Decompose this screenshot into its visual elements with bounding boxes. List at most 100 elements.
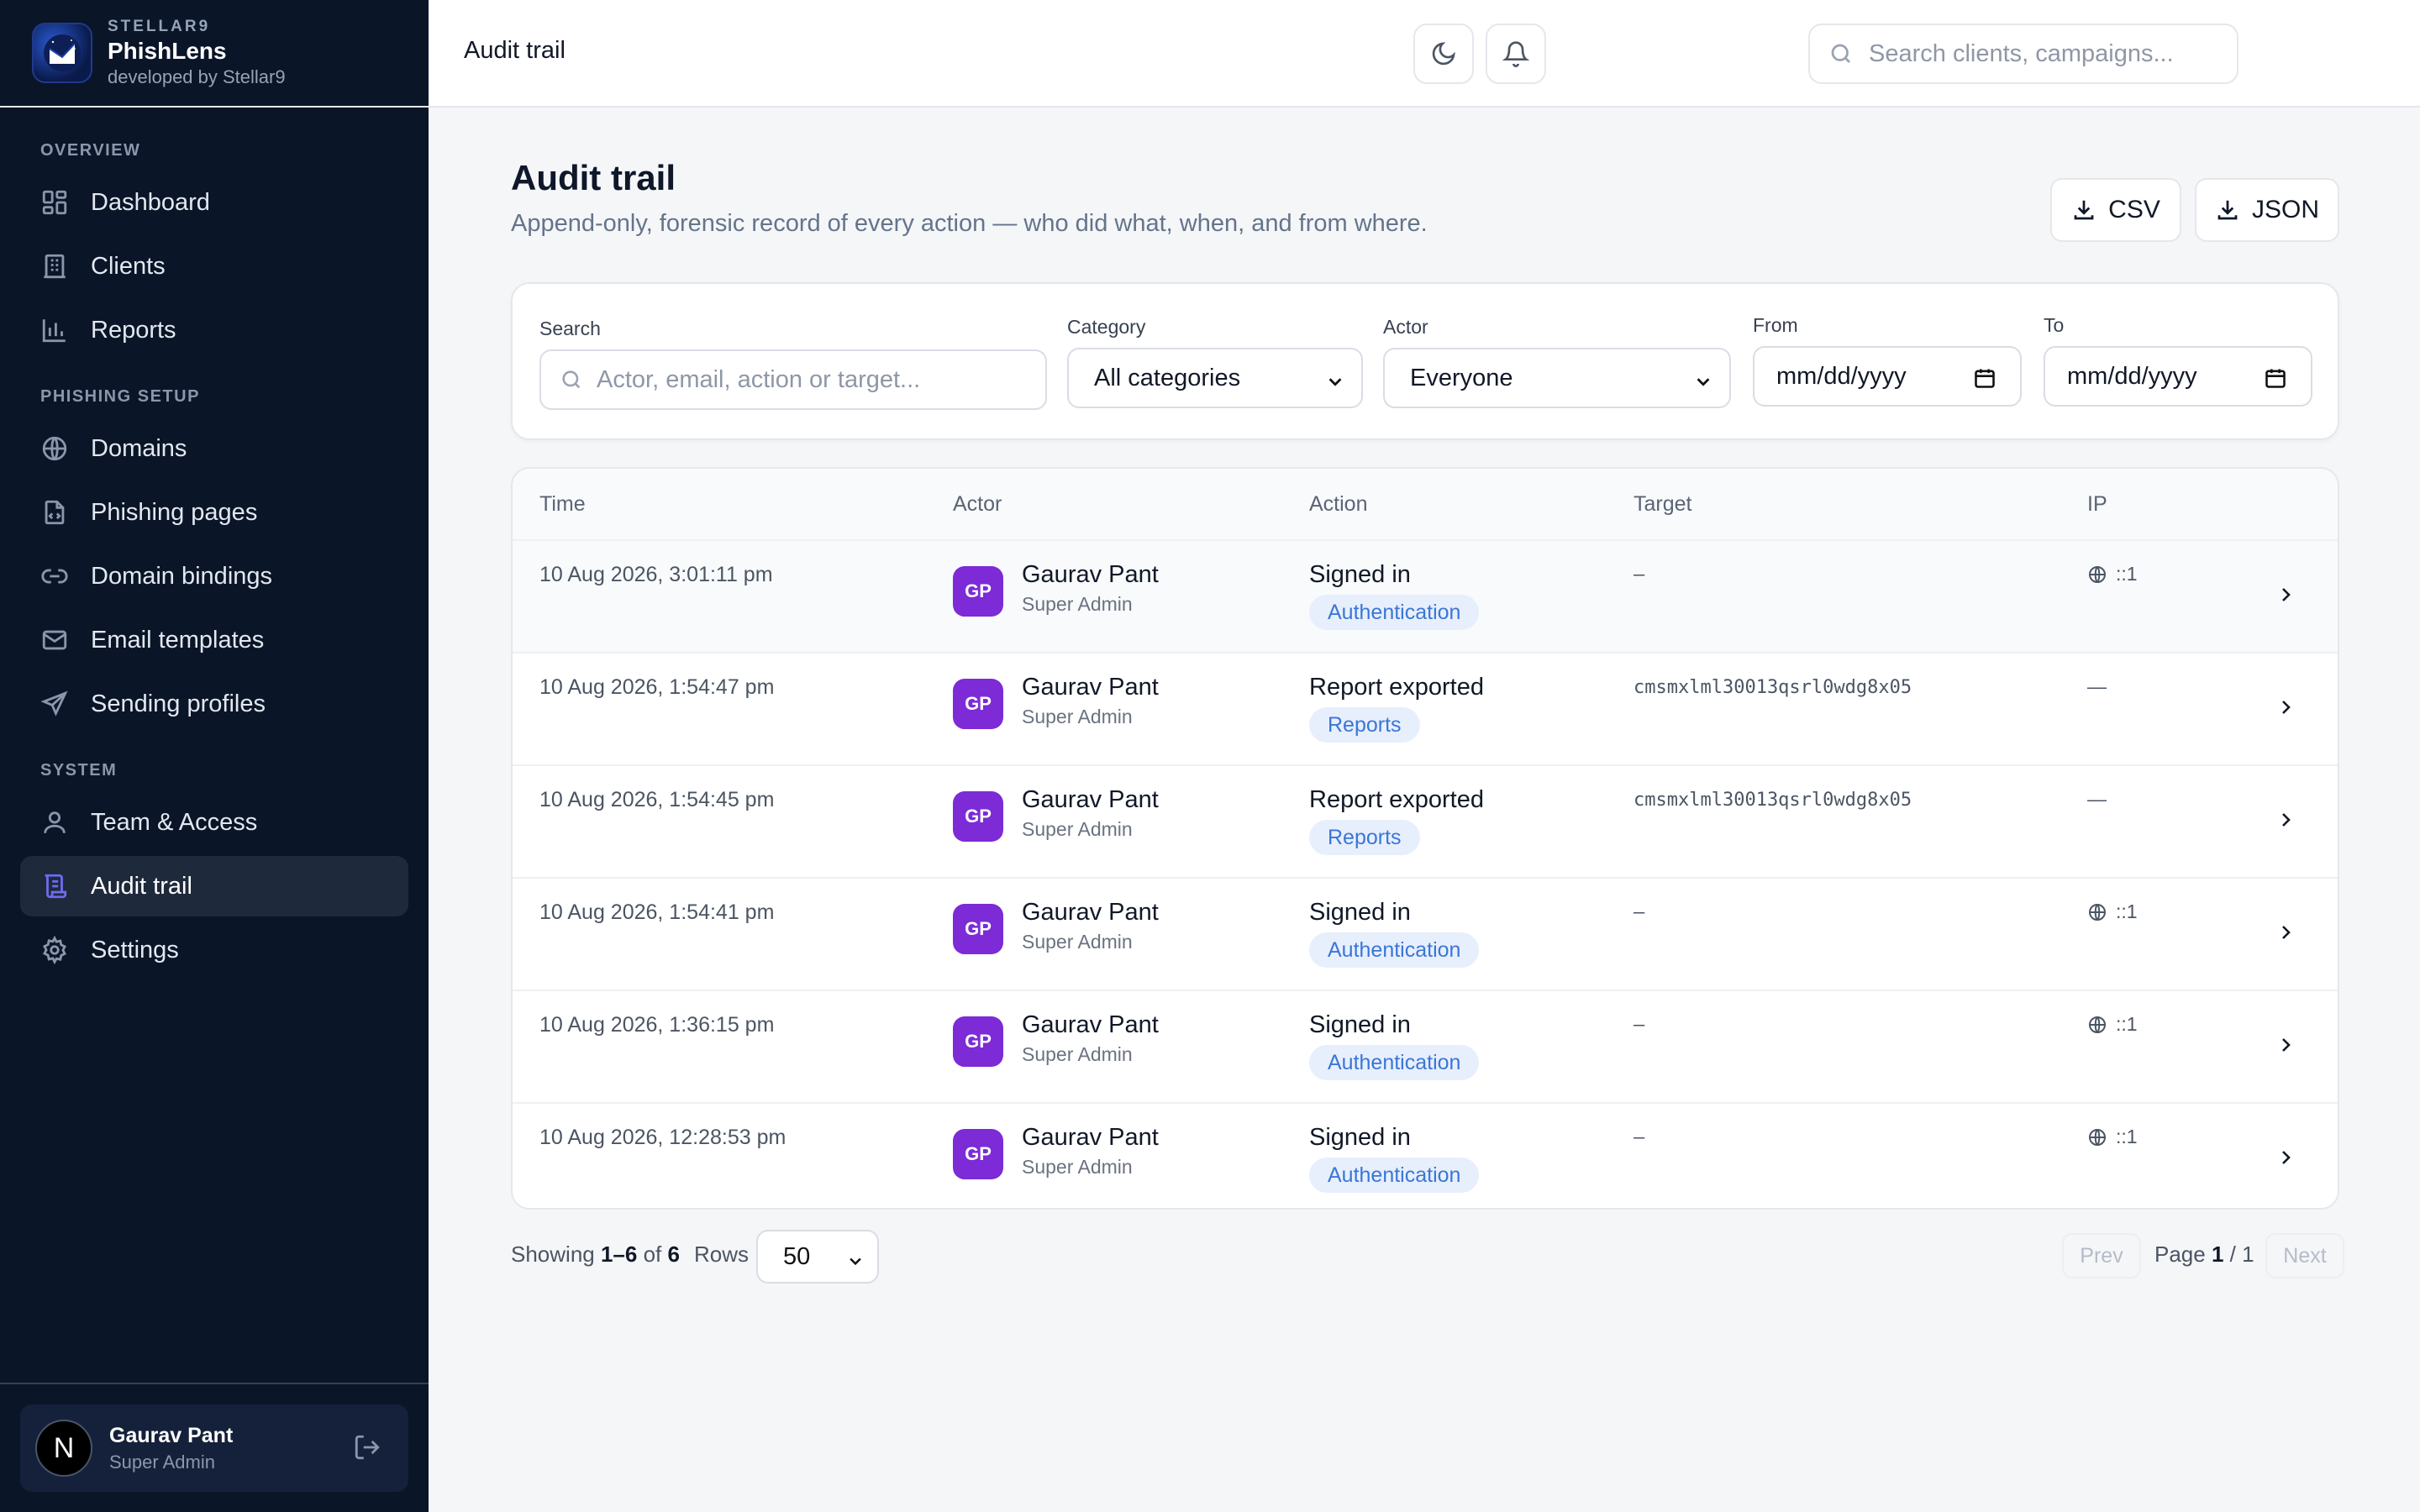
- sidebar: STELLAR9 PhishLens developed by Stellar9…: [0, 0, 429, 1512]
- sidebar-item-domain-bindings[interactable]: Domain bindings: [20, 546, 408, 606]
- actor-role: Super Admin: [1022, 818, 1133, 840]
- sidebar-item-domains[interactable]: Domains: [20, 418, 408, 479]
- page-subtitle: Append-only, forensic record of every ac…: [511, 210, 1428, 237]
- notifications-button[interactable]: [1486, 24, 1546, 84]
- sidebar-item-email-templates[interactable]: Email templates: [20, 610, 408, 670]
- logout-icon[interactable]: [353, 1433, 383, 1463]
- page-prefix: Page: [2154, 1242, 2206, 1267]
- rows-per-page-select[interactable]: 50: [756, 1230, 879, 1284]
- category-select-value: All categories: [1094, 364, 1241, 391]
- category-badge: Authentication: [1309, 595, 1480, 630]
- scroll-icon: [39, 870, 71, 902]
- brand-header[interactable]: STELLAR9 PhishLens developed by Stellar9: [0, 0, 429, 108]
- actor-select[interactable]: Everyone: [1383, 348, 1731, 408]
- action-name: Signed in: [1309, 899, 1411, 926]
- column-header-time: Time: [539, 492, 586, 516]
- actor-name: Gaurav Pant: [1022, 674, 1159, 701]
- sidebar-item-sending-profiles[interactable]: Sending profiles: [20, 674, 408, 734]
- sidebar-item-dashboard[interactable]: Dashboard: [20, 172, 408, 233]
- column-header-actor: Actor: [953, 492, 1002, 516]
- global-search-input[interactable]: [1869, 39, 2205, 68]
- user-icon: [39, 806, 71, 838]
- sidebar-item-phishing-pages[interactable]: Phishing pages: [20, 482, 408, 543]
- search-filter-placeholder: Actor, email, action or target...: [597, 365, 921, 393]
- actor-name: Gaurav Pant: [1022, 561, 1159, 588]
- file-code-icon: [39, 496, 71, 528]
- to-date-label: To: [2044, 314, 2065, 336]
- brand-org: STELLAR9: [108, 18, 211, 35]
- link-icon: [39, 560, 71, 592]
- audit-table: Time Actor Action Target IP 10 Aug 2026,…: [511, 467, 2339, 1210]
- calendar-icon[interactable]: [1973, 366, 1996, 390]
- ip-cell: ::1: [2087, 563, 2138, 585]
- table-row[interactable]: 10 Aug 2026, 12:28:53 pm GP Gaurav Pant …: [513, 1104, 2338, 1208]
- to-date-input[interactable]: mm/dd/yyyy: [2044, 346, 2312, 407]
- nav-section-phishing-setup: PHISHING SETUP: [40, 387, 200, 406]
- global-search[interactable]: [1808, 24, 2238, 84]
- page-current: 1: [2211, 1242, 2224, 1267]
- user-card[interactable]: N Gaurav Pant Super Admin: [20, 1404, 408, 1492]
- chevron-right-icon[interactable]: [2275, 697, 2296, 717]
- ip-cell: —: [2087, 675, 2107, 698]
- theme-toggle-button[interactable]: [1413, 24, 1474, 84]
- from-date-label: From: [1753, 314, 1798, 336]
- table-row[interactable]: 10 Aug 2026, 1:54:45 pm GP Gaurav Pant S…: [513, 766, 2338, 879]
- category-badge: Authentication: [1309, 1045, 1480, 1080]
- sidebar-item-label: Phishing pages: [91, 498, 258, 526]
- table-row[interactable]: 10 Aug 2026, 1:36:15 pm GP Gaurav Pant S…: [513, 991, 2338, 1104]
- ip-value: ::1: [2116, 900, 2138, 922]
- actor-avatar: GP: [953, 1129, 1003, 1179]
- table-row[interactable]: 10 Aug 2026, 1:54:41 pm GP Gaurav Pant S…: [513, 879, 2338, 991]
- sidebar-item-label: Team & Access: [91, 808, 258, 836]
- bar-chart-icon: [39, 314, 71, 346]
- search-filter-input[interactable]: Actor, email, action or target...: [539, 349, 1047, 410]
- sidebar-item-reports[interactable]: Reports: [20, 300, 408, 360]
- category-select[interactable]: All categories: [1067, 348, 1363, 408]
- target-cell: –: [1634, 1127, 1645, 1148]
- send-icon: [39, 688, 71, 720]
- table-row[interactable]: 10 Aug 2026, 1:54:47 pm GP Gaurav Pant S…: [513, 654, 2338, 766]
- sidebar-item-label: Reports: [91, 316, 176, 344]
- next-page-button[interactable]: Next: [2265, 1233, 2344, 1278]
- download-icon: [2074, 200, 2094, 220]
- ip-cell: ::1: [2087, 1126, 2138, 1148]
- table-row[interactable]: 10 Aug 2026, 3:01:11 pm GP Gaurav Pant S…: [513, 541, 2338, 654]
- search-icon: [562, 370, 581, 389]
- ip-value: ::1: [2116, 1013, 2138, 1035]
- actor-role: Super Admin: [1022, 1043, 1133, 1065]
- chevron-right-icon[interactable]: [2275, 1035, 2296, 1055]
- topbar-title: Audit trail: [464, 37, 566, 64]
- sidebar-item-label: Audit trail: [91, 872, 192, 900]
- target-cell: –: [1634, 1015, 1645, 1036]
- from-date-placeholder: mm/dd/yyyy: [1776, 362, 1907, 390]
- sidebar-item-settings[interactable]: Settings: [20, 920, 408, 980]
- sidebar-item-audit-trail[interactable]: Audit trail: [20, 856, 408, 916]
- sidebar-divider: [0, 1383, 429, 1384]
- ip-cell: ::1: [2087, 1013, 2138, 1036]
- actor-name: Gaurav Pant: [1022, 1011, 1159, 1038]
- moon-icon: [1432, 42, 1455, 66]
- chevron-right-icon[interactable]: [2275, 810, 2296, 830]
- action-name: Report exported: [1309, 786, 1484, 813]
- chevron-right-icon[interactable]: [2275, 585, 2296, 605]
- prev-page-button[interactable]: Prev: [2062, 1233, 2141, 1278]
- chevron-right-icon[interactable]: [2275, 1147, 2296, 1168]
- actor-role: Super Admin: [1022, 931, 1133, 953]
- sidebar-item-label: Domain bindings: [91, 562, 273, 590]
- table-body: 10 Aug 2026, 3:01:11 pm GP Gaurav Pant S…: [513, 541, 2338, 1208]
- chevron-down-icon: [1326, 370, 1344, 388]
- download-icon: [2217, 200, 2238, 220]
- sidebar-item-team-access[interactable]: Team & Access: [20, 792, 408, 853]
- user-role: Super Admin: [109, 1451, 215, 1473]
- export-csv-button[interactable]: CSV: [2050, 178, 2181, 242]
- chevron-down-icon: [847, 1248, 864, 1276]
- sidebar-item-clients[interactable]: Clients: [20, 236, 408, 297]
- actor-name: Gaurav Pant: [1022, 786, 1159, 813]
- main-content: Audit trail Append-only, forensic record…: [429, 108, 2420, 1512]
- to-date-placeholder: mm/dd/yyyy: [2067, 362, 2197, 390]
- showing-total: 6: [667, 1242, 680, 1267]
- export-json-button[interactable]: JSON: [2195, 178, 2339, 242]
- calendar-icon[interactable]: [2264, 366, 2287, 390]
- chevron-right-icon[interactable]: [2275, 922, 2296, 942]
- from-date-input[interactable]: mm/dd/yyyy: [1753, 346, 2022, 407]
